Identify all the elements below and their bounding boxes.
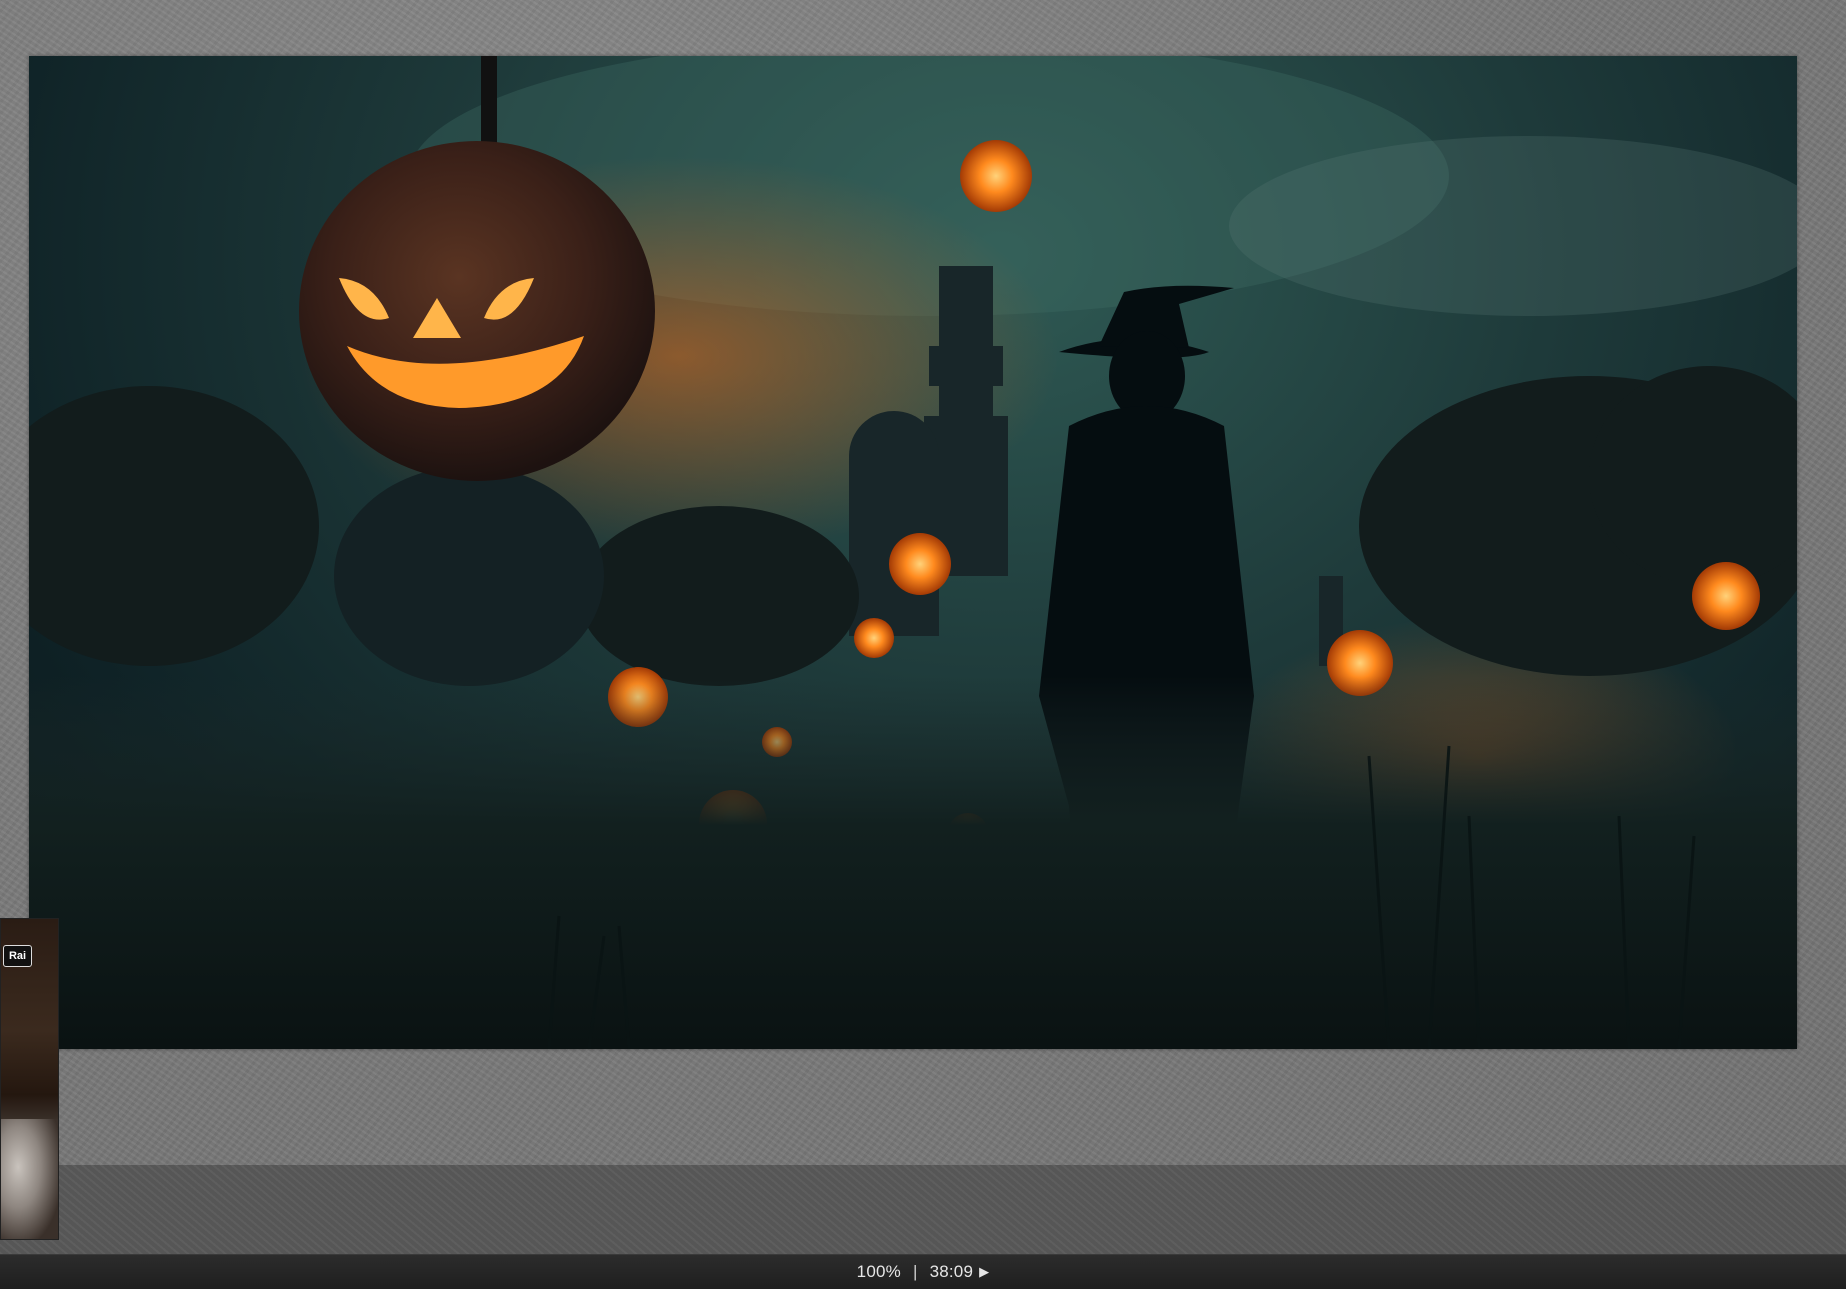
play-icon[interactable]: ▶ bbox=[979, 1264, 989, 1280]
viewer-status-bar: 100% | 38:09 ▶ bbox=[0, 1254, 1846, 1289]
halloween-artwork-image bbox=[29, 56, 1797, 1049]
viewer-lower-band bbox=[0, 1165, 1846, 1254]
thumbnail-scene bbox=[1, 1119, 58, 1239]
side-video-thumbnail[interactable]: Rai bbox=[0, 918, 59, 1240]
status-separator: | bbox=[912, 1262, 918, 1281]
zoom-level[interactable]: 100% bbox=[857, 1262, 901, 1282]
channel-logo: Rai bbox=[3, 945, 32, 967]
slideshow-time: 38:09 bbox=[929, 1262, 974, 1281]
